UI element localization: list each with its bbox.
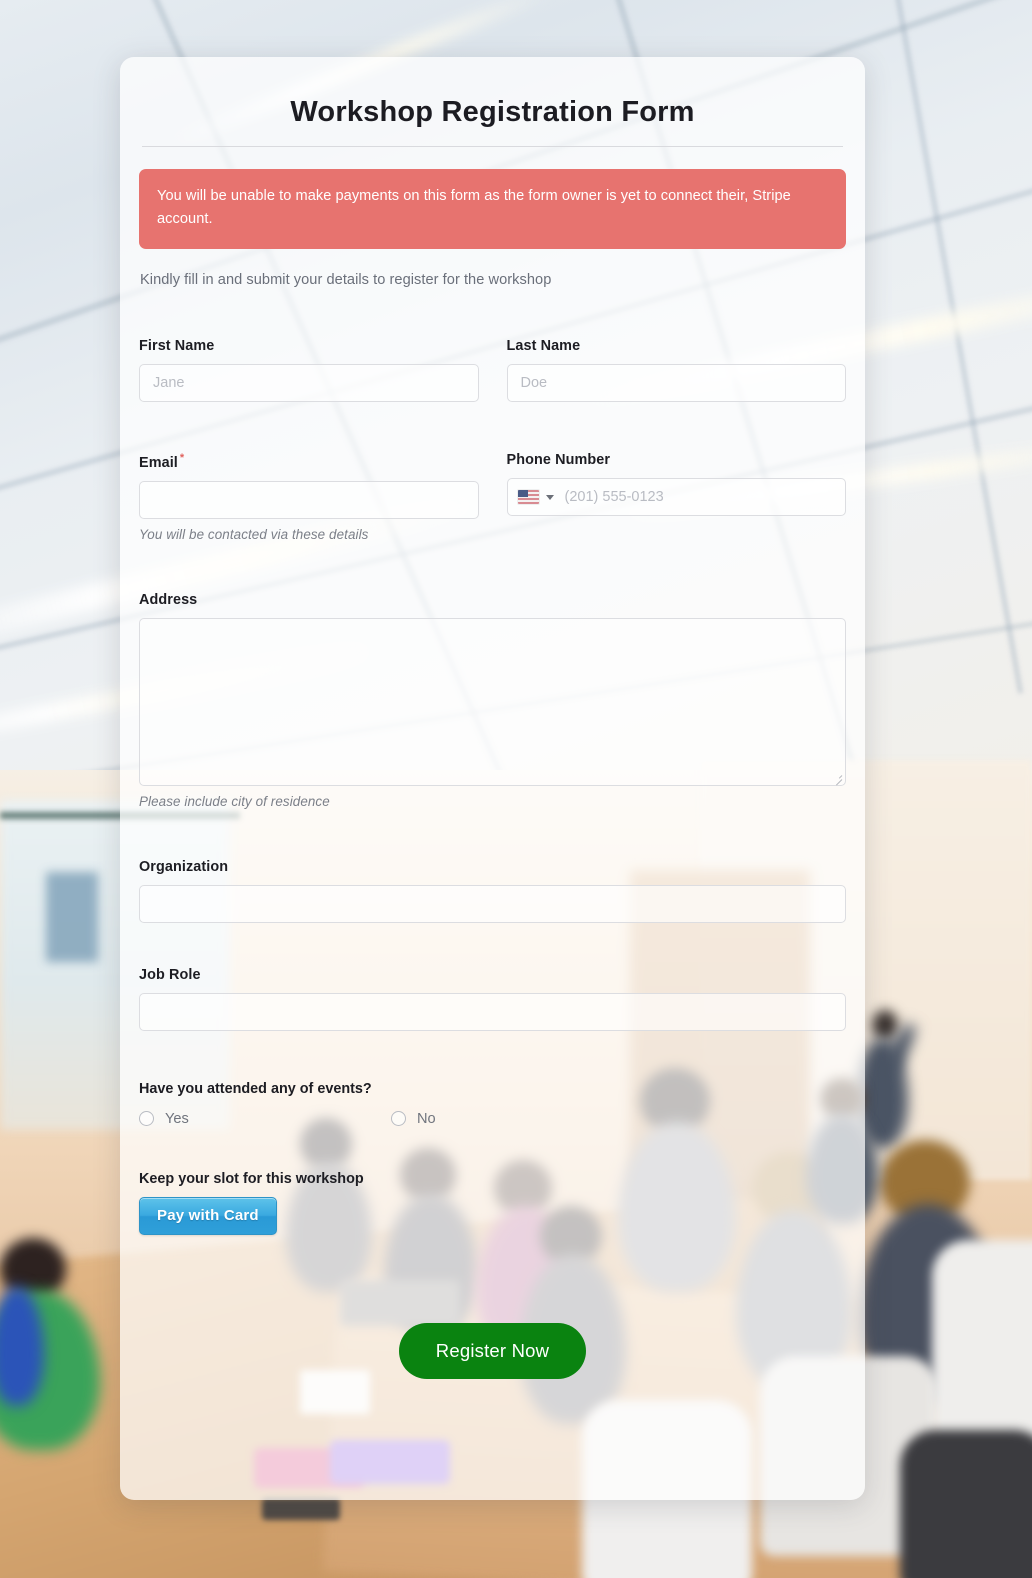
registration-form-card: Workshop Registration Form You will be u… bbox=[120, 57, 865, 1500]
radio-button-icon[interactable] bbox=[391, 1111, 406, 1127]
phone-field: Phone Number bbox=[506, 452, 846, 542]
payment-section: Keep your slot for this workshop Pay wit… bbox=[139, 1171, 846, 1235]
radio-label-no: No bbox=[417, 1110, 436, 1127]
form-description: Kindly fill in and submit your details t… bbox=[140, 272, 552, 289]
last-name-input[interactable] bbox=[506, 364, 846, 403]
first-name-label: First Name bbox=[139, 338, 215, 355]
first-name-field: First Name bbox=[139, 338, 479, 403]
stripe-warning-alert: You will be unable to make payments on t… bbox=[139, 168, 846, 250]
page-title: Workshop Registration Form bbox=[290, 96, 695, 128]
job-role-field: Job Role bbox=[139, 967, 846, 1031]
radio-button-icon[interactable] bbox=[139, 1111, 154, 1127]
submit-row: Register Now bbox=[139, 1322, 846, 1379]
attended-events-question: Have you attended any of events? bbox=[139, 1080, 372, 1097]
attended-events-group: Have you attended any of events? Yes No bbox=[139, 1081, 846, 1127]
organization-label: Organization bbox=[139, 858, 229, 875]
job-role-label: Job Role bbox=[139, 966, 201, 983]
last-name-field: Last Name bbox=[506, 338, 846, 403]
email-label: Email * bbox=[139, 452, 479, 471]
address-textarea[interactable] bbox=[139, 617, 846, 786]
form-body: You will be unable to make payments on t… bbox=[120, 168, 865, 1379]
radio-options-row: Yes No bbox=[139, 1111, 846, 1127]
us-flag-icon bbox=[517, 490, 539, 505]
phone-input-wrapper[interactable] bbox=[506, 478, 846, 517]
phone-number-input[interactable] bbox=[560, 489, 835, 506]
required-asterisk: * bbox=[179, 452, 185, 465]
organization-field: Organization bbox=[139, 859, 846, 923]
email-field: Email * You will be contacted via these d… bbox=[139, 452, 479, 542]
radio-option-yes[interactable]: Yes bbox=[139, 1111, 391, 1127]
address-field: Address Please include city of residence bbox=[139, 592, 846, 809]
address-label: Address bbox=[139, 591, 198, 608]
address-textarea-wrapper bbox=[139, 617, 846, 786]
contact-row: Email * You will be contacted via these d… bbox=[139, 452, 846, 542]
email-help-text: You will be contacted via these details bbox=[139, 526, 369, 542]
name-row: First Name Last Name bbox=[139, 338, 846, 403]
window-pane bbox=[46, 872, 98, 962]
desk-phone bbox=[262, 1498, 340, 1520]
chair bbox=[900, 1430, 1032, 1578]
phone-label: Phone Number bbox=[506, 452, 611, 469]
register-now-button[interactable]: Register Now bbox=[398, 1322, 587, 1379]
title-divider bbox=[142, 145, 843, 147]
page-root: Workshop Registration Form You will be u… bbox=[0, 0, 1032, 1578]
radio-option-no[interactable]: No bbox=[391, 1111, 643, 1127]
last-name-label: Last Name bbox=[506, 338, 581, 355]
email-input[interactable] bbox=[139, 480, 479, 519]
first-name-input[interactable] bbox=[139, 364, 479, 403]
radio-label-yes: Yes bbox=[165, 1110, 189, 1127]
job-role-input[interactable] bbox=[139, 992, 846, 1031]
address-help-text: Please include city of residence bbox=[139, 793, 330, 809]
chevron-down-icon[interactable] bbox=[545, 494, 554, 500]
payment-label: Keep your slot for this workshop bbox=[139, 1170, 364, 1187]
presenter-head bbox=[872, 1010, 898, 1040]
email-label-text: Email bbox=[139, 454, 178, 471]
pay-with-card-button[interactable]: Pay with Card bbox=[139, 1196, 277, 1235]
organization-input[interactable] bbox=[139, 884, 846, 923]
